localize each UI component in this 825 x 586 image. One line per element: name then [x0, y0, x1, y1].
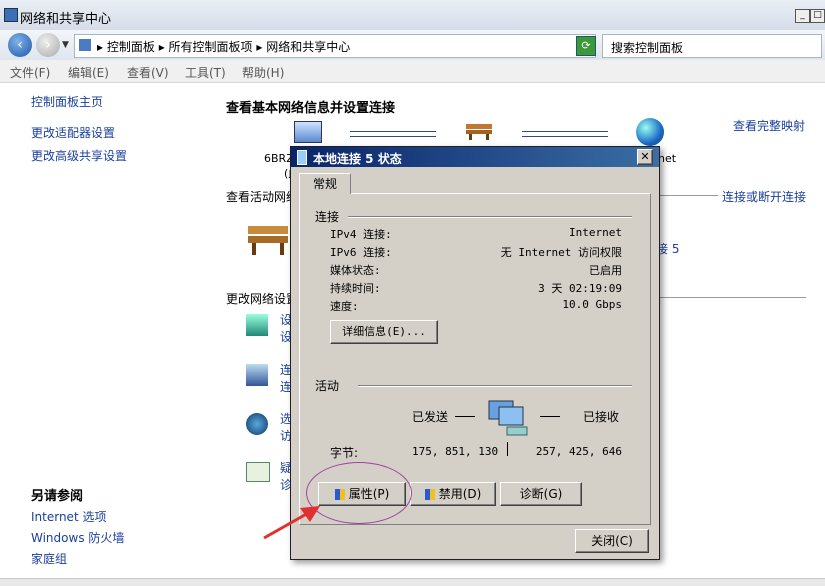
diagnose-button[interactable]: 诊断(G)	[500, 482, 582, 506]
uac-shield-icon	[334, 489, 345, 500]
link-line	[350, 131, 436, 137]
homegroup-icon	[246, 413, 268, 435]
connection-status-dialog: 本地连接 5 状态 ✕ 常规 连接 IPv4 连接: Internet IPv6…	[290, 146, 660, 560]
received-label: 已接收	[583, 410, 620, 424]
duration-label: 持续时间:	[330, 282, 381, 295]
sent-label: 已发送	[412, 410, 449, 424]
computer-icon	[294, 121, 322, 143]
window-titlebar: 网络和共享中心 _ □	[0, 0, 825, 31]
see-also-internet-options[interactable]: Internet 选项	[31, 508, 211, 525]
new-connection-icon	[246, 314, 268, 336]
tab-general[interactable]: 常规	[299, 173, 351, 194]
divider	[540, 416, 560, 417]
divider	[358, 385, 632, 387]
history-dropdown-icon[interactable]: ▼	[62, 40, 69, 50]
menu-edit[interactable]: 编辑(E)	[68, 64, 109, 81]
refresh-icon[interactable]: ⟳	[576, 36, 596, 56]
breadcrumb-separator-icon: ▸	[97, 40, 107, 54]
internet-label: net	[658, 152, 677, 165]
menu-tools[interactable]: 工具(T)	[185, 64, 226, 81]
link-line	[522, 131, 608, 137]
ipv4-value: Internet	[569, 226, 622, 239]
menu-help[interactable]: 帮助(H)	[242, 64, 284, 81]
speed-label: 速度:	[330, 300, 359, 313]
menu-view[interactable]: 查看(V)	[127, 64, 169, 81]
divider	[507, 442, 508, 456]
window-title: 网络和共享中心	[20, 12, 112, 27]
speed-value: 10.0 Gbps	[562, 298, 622, 311]
see-also-homegroup[interactable]: 家庭组	[31, 550, 211, 567]
divider	[348, 216, 632, 218]
sidebar-link-control-panel-home[interactable]: 控制面板主页	[31, 93, 211, 110]
dialog-close-icon[interactable]: ✕	[637, 149, 653, 165]
disable-button[interactable]: 禁用(D)	[410, 482, 496, 506]
address-bar[interactable]: ▸ 控制面板 ▸ 所有控制面板项 ▸ 网络和共享中心 ▼	[74, 34, 596, 58]
divider	[658, 195, 718, 196]
media-state-value: 已启用	[589, 264, 622, 277]
control-panel-icon	[79, 39, 91, 51]
bytes-received-value: 257, 425, 646	[535, 445, 622, 458]
globe-icon	[636, 118, 664, 146]
breadcrumb-item[interactable]: 控制面板	[107, 40, 155, 54]
see-also-windows-firewall[interactable]: Windows 防火墙	[31, 529, 211, 546]
duration-value: 3 天 02:19:09	[538, 282, 622, 295]
see-also-title: 另请参阅	[31, 489, 84, 504]
bench-network-icon	[464, 122, 494, 140]
dialog-title: 本地连接 5 状态	[313, 152, 402, 166]
network-icon	[4, 8, 18, 22]
page-title: 查看基本网络信息并设置连接	[226, 101, 396, 116]
media-state-label: 媒体状态:	[330, 264, 381, 277]
sidebar-link-adapter-settings[interactable]: 更改适配器设置	[31, 124, 211, 141]
breadcrumb: ▸ 控制面板 ▸ 所有控制面板项 ▸ 网络和共享中心	[97, 38, 350, 55]
search-input[interactable]: 搜索控制面板	[602, 34, 822, 58]
uac-shield-icon	[424, 489, 435, 500]
active-networks-heading: 查看活动网络	[226, 190, 299, 204]
view-full-map-link[interactable]: 查看完整映射	[733, 117, 805, 134]
bytes-label: 字节:	[330, 446, 359, 460]
annotation-arrow	[263, 506, 320, 540]
breadcrumb-item[interactable]: 所有控制面板项	[169, 40, 253, 54]
divider	[455, 416, 475, 417]
change-settings-heading: 更改网络设置	[226, 292, 299, 306]
tab-panel: 连接 IPv4 连接: Internet IPv6 连接: 无 Internet…	[299, 193, 651, 525]
divider	[658, 297, 806, 298]
see-also: 另请参阅 Internet 选项 Windows 防火墙 家庭组	[31, 485, 211, 567]
ipv4-label: IPv4 连接:	[330, 228, 392, 241]
troubleshoot-icon	[246, 462, 270, 482]
ipv6-label: IPv6 连接:	[330, 246, 392, 259]
network-activity-icon	[485, 399, 535, 439]
maximize-button[interactable]: □	[810, 9, 825, 23]
breadcrumb-separator-icon: ▸	[256, 40, 267, 54]
details-button[interactable]: 详细信息(E)...	[330, 320, 438, 344]
sidebar: 控制面板主页 更改适配器设置 更改高级共享设置	[31, 93, 211, 164]
disable-button-label: 禁用(D)	[438, 487, 482, 501]
ipv6-value: 无 Internet 访问权限	[500, 246, 622, 259]
dialog-titlebar: 本地连接 5 状态 ✕	[291, 147, 659, 167]
bytes-sent-value: 175, 851, 130	[412, 445, 499, 458]
minimize-button[interactable]: _	[795, 9, 810, 23]
breadcrumb-item[interactable]: 网络和共享中心	[266, 40, 350, 54]
properties-button[interactable]: 属性(P)	[318, 482, 406, 506]
activity-section-label: 活动	[315, 379, 340, 393]
bench-network-icon	[246, 220, 290, 256]
connect-disconnect-link[interactable]: 连接或断开连接	[722, 188, 806, 205]
address-toolbar: ‹ › ▼ ▸ 控制面板 ▸ 所有控制面板项 ▸ 网络和共享中心 ▼ ⟳ 搜索控…	[0, 30, 825, 60]
search-placeholder: 搜索控制面板	[611, 41, 684, 55]
connection-section-label: 连接	[315, 210, 340, 224]
menu-bar: 文件(F) 编辑(E) 查看(V) 工具(T) 帮助(H)	[0, 60, 825, 83]
adapter-icon	[297, 150, 307, 165]
breadcrumb-separator-icon: ▸	[158, 40, 169, 54]
properties-button-label: 属性(P)	[348, 487, 390, 501]
menu-file[interactable]: 文件(F)	[10, 64, 50, 81]
forward-icon[interactable]: ›	[36, 33, 60, 57]
connect-network-icon	[246, 364, 268, 386]
back-icon[interactable]: ‹	[8, 33, 32, 57]
sidebar-link-advanced-sharing[interactable]: 更改高级共享设置	[31, 147, 211, 164]
close-button[interactable]: 关闭(C)	[575, 529, 649, 553]
